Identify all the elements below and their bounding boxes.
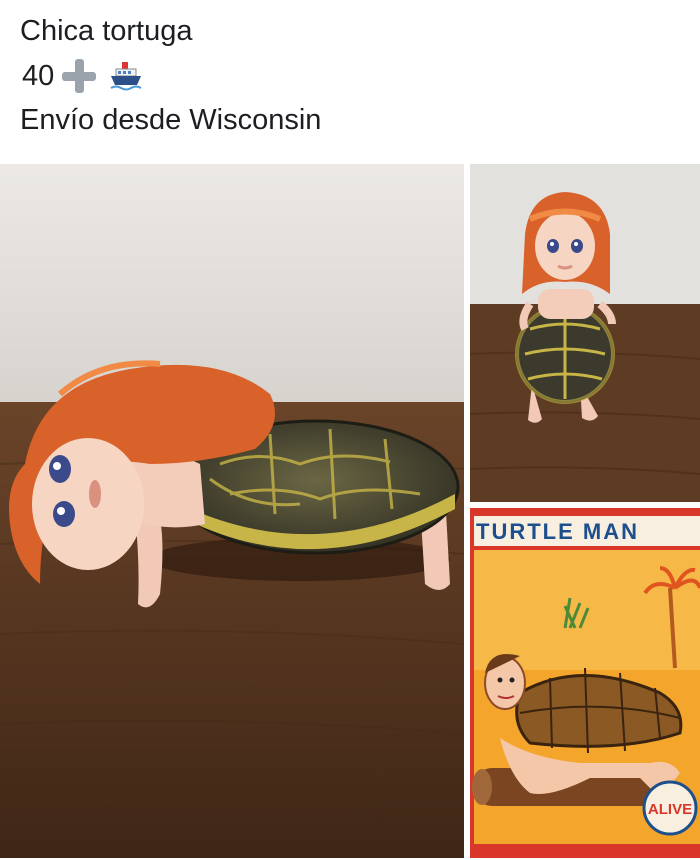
photo-grid: TURTLE MAN ALIVE bbox=[0, 162, 700, 860]
photo-side-bottom[interactable]: TURTLE MAN ALIVE bbox=[470, 508, 700, 858]
poster-title: TURTLE MAN bbox=[476, 519, 639, 544]
shipping-text: Envío desde Wisconsin bbox=[20, 104, 322, 136]
doll-with-turtle-shell-lying-photo bbox=[0, 164, 464, 858]
photo-side-top[interactable] bbox=[470, 164, 700, 502]
price-row: 40 bbox=[22, 57, 144, 95]
poster-badge: ALIVE bbox=[648, 801, 692, 818]
photo-main[interactable] bbox=[0, 164, 464, 858]
post-header: Chica tortuga 40 Envío desde Wisconsin bbox=[0, 0, 700, 158]
heavy-plus-icon bbox=[60, 57, 98, 95]
price-text: 40 bbox=[22, 60, 55, 92]
turtle-man-poster-photo: TURTLE MAN ALIVE bbox=[470, 508, 700, 858]
doll-with-turtle-shell-standing-photo bbox=[470, 164, 700, 502]
ship-icon bbox=[110, 62, 142, 91]
post-title: Chica tortuga bbox=[20, 15, 193, 47]
